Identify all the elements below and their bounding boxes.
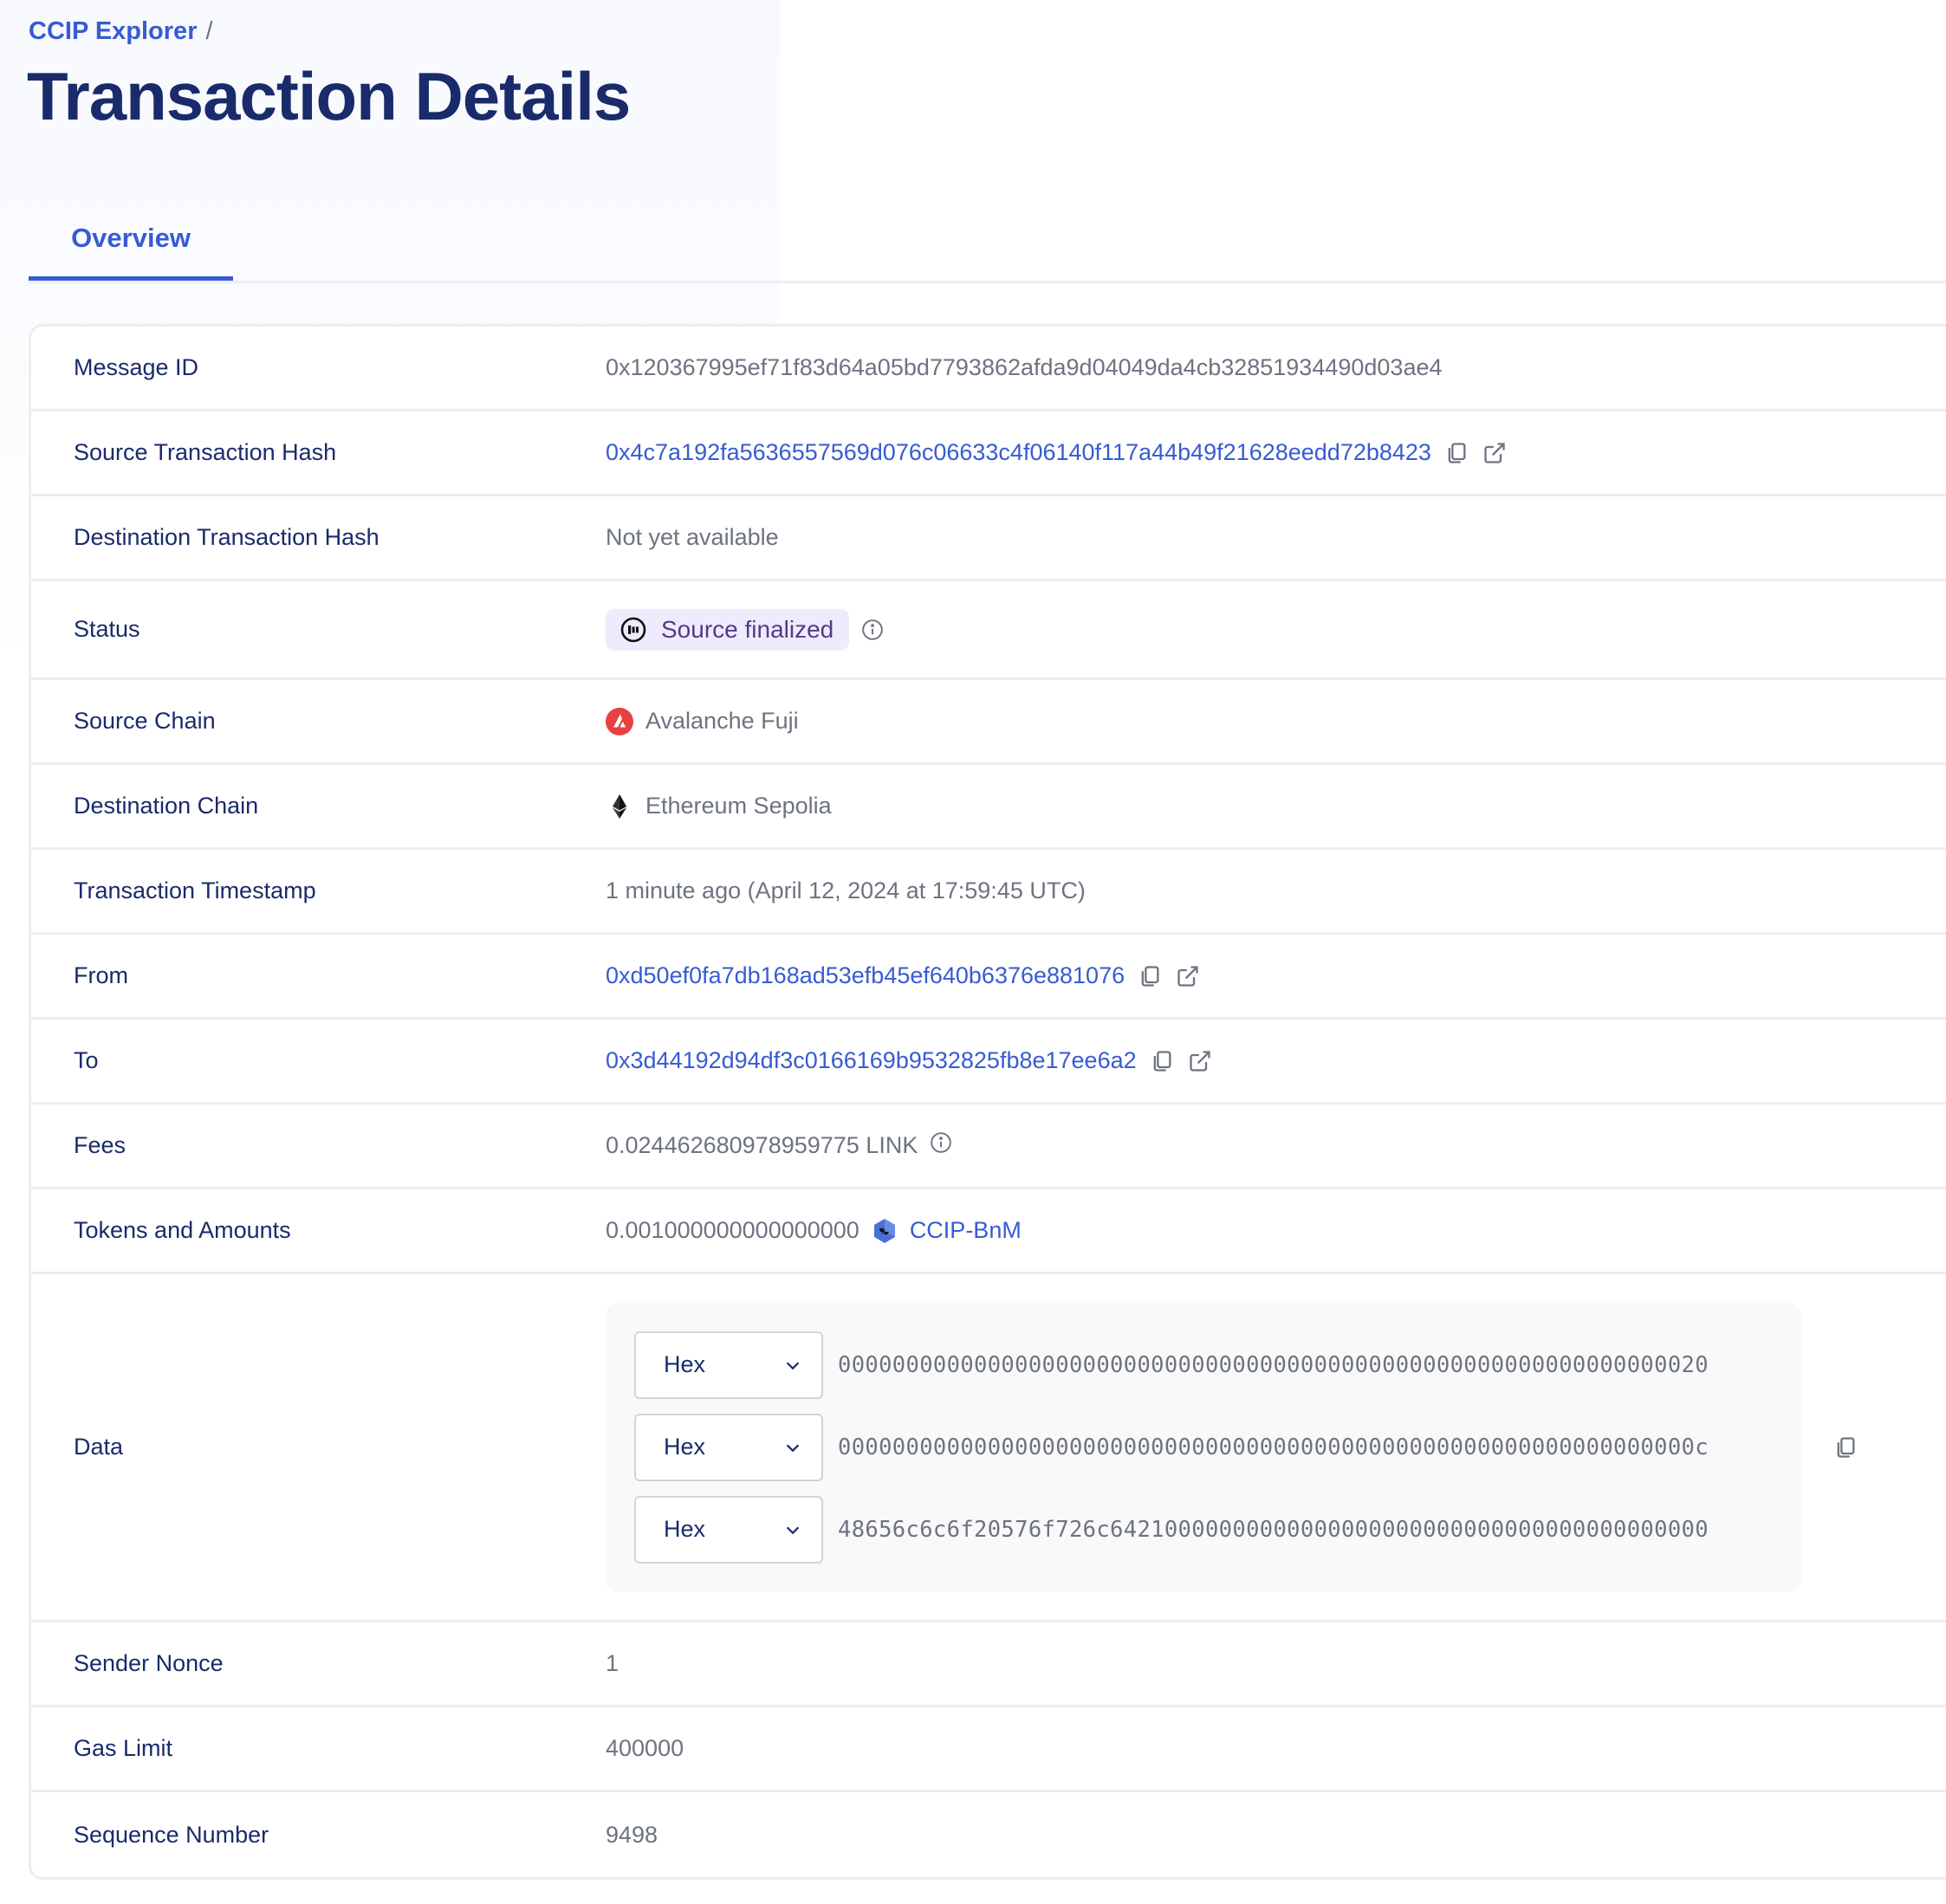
- value-source-chain-container: Avalanche Fuji: [606, 707, 799, 735]
- value-source-tx-hash-container: 0x4c7a192fa5636557569d076c06633c4f06140f…: [606, 439, 1508, 466]
- token-amount: 0.001000000000000000: [606, 1217, 859, 1243]
- copy-icon[interactable]: [1443, 440, 1469, 466]
- chevron-down-icon: [786, 1443, 800, 1452]
- value-dest-chain-container: Ethereum Sepolia: [606, 793, 832, 820]
- status-finalized-icon: [620, 617, 646, 642]
- value-timestamp: 1 minute ago (April 12, 2024 at 17:59:45…: [606, 878, 1086, 903]
- avalanche-icon: [606, 707, 633, 735]
- value-sender-nonce: 1: [606, 1650, 619, 1676]
- external-link-icon[interactable]: [1482, 440, 1508, 466]
- data-hex-value: 0000000000000000000000000000000000000000…: [838, 1351, 1709, 1378]
- chevron-down-icon: [786, 1361, 800, 1370]
- external-link-icon[interactable]: [1187, 1048, 1213, 1074]
- row-sequence-number: Sequence Number 9498: [31, 1792, 1946, 1877]
- label-dest-chain: Destination Chain: [74, 793, 259, 819]
- breadcrumb-ccip-explorer[interactable]: CCIP Explorer: [29, 17, 197, 46]
- fees-amount: 0.024462680978959775 LINK: [606, 1132, 918, 1158]
- row-from: From 0xd50ef0fa7db168ad53efb45ef640b6376…: [31, 935, 1946, 1020]
- breadcrumb: CCIP Explorer /: [29, 17, 213, 46]
- row-source-chain: Source Chain Avalanche Fuji: [31, 680, 1946, 765]
- value-tokens-container: 0.001000000000000000 CCIP-BnM: [606, 1217, 1022, 1244]
- data-line: Hex 48656c6c6f20576f726c6421000000000000…: [634, 1495, 1801, 1564]
- breadcrumb-separator: /: [205, 17, 213, 45]
- label-source-chain: Source Chain: [74, 708, 216, 734]
- label-data: Data: [74, 1434, 124, 1460]
- label-dest-tx-hash: Destination Transaction Hash: [74, 524, 379, 550]
- value-dest-tx-hash: Not yet available: [606, 524, 779, 550]
- tab-bar: Overview: [29, 199, 1946, 283]
- value-fees-container: 0.024462680978959775 LINK: [606, 1131, 952, 1159]
- label-timestamp: Transaction Timestamp: [74, 878, 316, 903]
- ethereum-icon: [613, 793, 626, 819]
- status-text: Source finalized: [661, 615, 834, 643]
- info-icon[interactable]: [861, 618, 884, 641]
- format-select[interactable]: Hex: [634, 1331, 823, 1399]
- row-dest-tx-hash: Destination Transaction Hash Not yet ava…: [31, 496, 1946, 581]
- value-sequence-number: 9498: [606, 1821, 658, 1848]
- label-sequence-number: Sequence Number: [74, 1821, 269, 1848]
- copy-icon[interactable]: [1149, 1048, 1175, 1074]
- source-tx-hash-link[interactable]: 0x4c7a192fa5636557569d076c06633c4f06140f…: [606, 439, 1431, 466]
- data-hex-value: 48656c6c6f20576f726c64210000000000000000…: [838, 1516, 1709, 1543]
- row-gas-limit: Gas Limit 400000: [31, 1707, 1946, 1792]
- row-to: To 0x3d44192d94df3c0166169b9532825fb8e17…: [31, 1020, 1946, 1104]
- ccip-bnm-token-icon: [873, 1218, 895, 1243]
- label-message-id: Message ID: [74, 354, 199, 380]
- label-tokens: Tokens and Amounts: [74, 1217, 291, 1243]
- details-card: Message ID 0x120367995ef71f83d64a05bd779…: [29, 324, 1946, 1880]
- value-from-container: 0xd50ef0fa7db168ad53efb45ef640b6376e8810…: [606, 962, 1201, 989]
- dest-chain-name: Ethereum Sepolia: [645, 793, 832, 819]
- row-status: Status Source finalized: [31, 581, 1946, 680]
- status-badge: Source finalized: [606, 608, 850, 651]
- data-line: Hex 000000000000000000000000000000000000…: [634, 1413, 1801, 1481]
- external-link-icon[interactable]: [1175, 963, 1201, 989]
- data-box: Hex 000000000000000000000000000000000000…: [606, 1302, 1801, 1592]
- label-source-tx-hash: Source Transaction Hash: [74, 439, 337, 465]
- row-sender-nonce: Sender Nonce 1: [31, 1622, 1946, 1707]
- row-message-id: Message ID 0x120367995ef71f83d64a05bd779…: [31, 327, 1946, 411]
- label-gas-limit: Gas Limit: [74, 1735, 173, 1761]
- row-source-tx-hash: Source Transaction Hash 0x4c7a192fa56365…: [31, 411, 1946, 496]
- row-data: Data Hex 0000000000000000000000000000000…: [31, 1274, 1946, 1622]
- label-from: From: [74, 962, 128, 988]
- to-address-link[interactable]: 0x3d44192d94df3c0166169b9532825fb8e17ee6…: [606, 1047, 1137, 1074]
- from-address-link[interactable]: 0xd50ef0fa7db168ad53efb45ef640b6376e8810…: [606, 962, 1125, 989]
- row-dest-chain: Destination Chain Ethereum Sepolia: [31, 765, 1946, 850]
- label-sender-nonce: Sender Nonce: [74, 1650, 224, 1676]
- format-select-value: Hex: [664, 1434, 706, 1460]
- format-select[interactable]: Hex: [634, 1495, 823, 1564]
- chevron-down-icon: [786, 1525, 800, 1534]
- format-select-value: Hex: [664, 1351, 706, 1377]
- row-tokens: Tokens and Amounts 0.001000000000000000 …: [31, 1189, 1946, 1274]
- data-line: Hex 000000000000000000000000000000000000…: [634, 1331, 1801, 1399]
- value-to-container: 0x3d44192d94df3c0166169b9532825fb8e17ee6…: [606, 1047, 1213, 1074]
- source-chain-name: Avalanche Fuji: [645, 708, 799, 734]
- page-title: Transaction Details: [27, 58, 631, 134]
- value-gas-limit: 400000: [606, 1735, 684, 1761]
- value-status-container: Source finalized: [606, 608, 884, 651]
- row-fees: Fees 0.024462680978959775 LINK: [31, 1104, 1946, 1189]
- row-timestamp: Transaction Timestamp 1 minute ago (Apri…: [31, 850, 1946, 935]
- copy-icon[interactable]: [1137, 963, 1163, 989]
- token-link[interactable]: CCIP-BnM: [910, 1217, 1022, 1244]
- data-hex-value: 0000000000000000000000000000000000000000…: [838, 1434, 1709, 1460]
- tab-overview[interactable]: Overview: [29, 199, 233, 281]
- format-select[interactable]: Hex: [634, 1413, 823, 1481]
- info-icon[interactable]: [930, 1131, 952, 1154]
- label-to: To: [74, 1047, 99, 1073]
- value-message-id: 0x120367995ef71f83d64a05bd7793862afda9d0…: [606, 354, 1443, 380]
- label-status: Status: [74, 616, 140, 642]
- copy-icon[interactable]: [1832, 1434, 1858, 1460]
- label-fees: Fees: [74, 1132, 126, 1158]
- format-select-value: Hex: [664, 1516, 706, 1542]
